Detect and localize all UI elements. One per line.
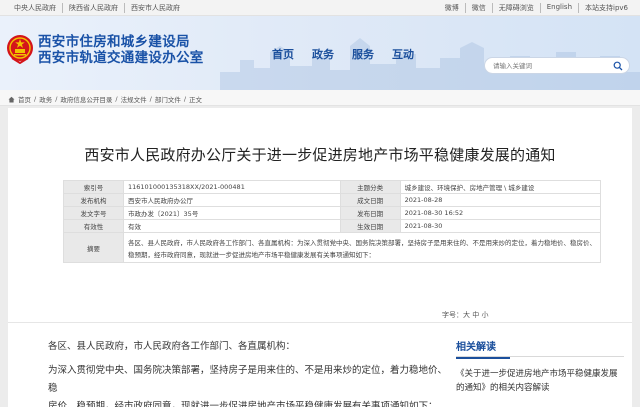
meta-value-docno: 市政办发〔2021〕35号: [123, 206, 341, 220]
crumb-current: 正文: [189, 96, 203, 104]
meta-row: 发布机构 西安市人民政府办公厅 成文日期 2021-08-28: [63, 193, 602, 207]
link-wechat[interactable]: 微信: [466, 3, 493, 13]
crumb-government[interactable]: 政务: [39, 94, 52, 104]
top-utility-bar: 中央人民政府 陕西省人民政府 西安市人民政府 微博 微信 无障碍浏览 Engli…: [0, 0, 640, 16]
home-icon: [8, 96, 15, 102]
nav-home[interactable]: 首页: [272, 46, 294, 62]
meta-value-created: 2021-08-28: [399, 193, 602, 207]
font-size-switcher[interactable]: 字号：大 中 小: [442, 310, 488, 320]
body-paragraph-line: 房价、稳预期，经市政府同意，现就进一步促进房地产市场平稳健康发展有关事项通知如下…: [48, 401, 438, 407]
crumb-dept-docs[interactable]: 部门文件: [155, 94, 181, 104]
article-card: 西安市人民政府办公厅关于进一步促进房地产市场平稳健康发展的通知 索引号 1161…: [8, 108, 632, 407]
meta-row: 有效性 有效 生效日期 2021-08-30: [63, 219, 602, 233]
search-icon[interactable]: [613, 61, 623, 71]
ipv6-note: 本站支持ipv6: [585, 4, 628, 12]
meta-label: 摘要: [63, 232, 124, 263]
content-divider: [8, 322, 632, 323]
top-gov-links: 中央人民政府 陕西省人民政府 西安市人民政府: [8, 3, 186, 13]
link-accessibility[interactable]: 无障碍浏览: [493, 3, 541, 13]
meta-row: 发文字号 市政办发〔2021〕35号 发布日期 2021-08-30 16:52: [63, 206, 602, 220]
link-central-gov[interactable]: 中央人民政府: [8, 3, 63, 13]
link-xian-gov[interactable]: 西安市人民政府: [125, 3, 186, 13]
related-interpretation-panel: 相关解读 《关于进一步促进房地产市场平稳健康发展的通知》的相关内容解读: [456, 338, 624, 407]
related-underline: [456, 356, 624, 357]
meta-label: 索引号: [63, 180, 124, 194]
search-input[interactable]: [493, 60, 613, 72]
breadcrumb: 首页 / 政务 / 政府信息公开目录 / 法规文件 / 部门文件 / 正文: [0, 90, 640, 106]
meta-value-effective: 2021-08-30: [399, 219, 602, 233]
crumb-info-catalog[interactable]: 政府信息公开目录: [60, 94, 112, 104]
top-service-links: 微博 微信 无障碍浏览 English 本站支持ipv6: [439, 3, 634, 13]
nav-interaction[interactable]: 互动: [392, 46, 414, 62]
meta-value-published: 2021-08-30 16:52: [399, 206, 602, 220]
nav-services[interactable]: 服务: [352, 46, 374, 62]
meta-row: 索引号 116101000135318XX/2021-000481 主题分类 城…: [63, 180, 602, 194]
national-emblem-icon: [7, 35, 33, 64]
site-title-line2: 西安市轨道交通建设办公室: [38, 50, 204, 66]
related-link[interactable]: 《关于进一步促进房地产市场平稳健康发展的通知》的相关内容解读: [456, 367, 624, 395]
crumb-regulations[interactable]: 法规文件: [121, 94, 147, 104]
meta-label: 发布日期: [339, 206, 401, 220]
meta-label: 有效性: [63, 219, 124, 233]
link-shaanxi-gov[interactable]: 陕西省人民政府: [63, 3, 125, 13]
meta-label: 生效日期: [339, 219, 401, 233]
meta-value-issuer: 西安市人民政府办公厅: [123, 193, 341, 207]
article-body: 各区、县人民政府，市人民政府各工作部门、各直属机构： 为深入贯彻党中央、国务院决…: [48, 338, 448, 407]
body-paragraph-line: 为深入贯彻党中央、国务院决策部署，坚持房子是用来住的、不是用来炒的定位，着力稳地…: [48, 365, 448, 394]
site-title[interactable]: 西安市住房和城乡建设局 西安市轨道交通建设办公室: [38, 34, 204, 66]
article-title: 西安市人民政府办公厅关于进一步促进房地产市场平稳健康发展的通知: [84, 146, 556, 164]
site-header: 西安市住房和城乡建设局 西安市轨道交通建设办公室 首页 政务 服务 互动: [0, 16, 640, 90]
meta-value-index: 116101000135318XX/2021-000481: [123, 180, 341, 194]
meta-value-validity: 有效: [123, 219, 341, 233]
meta-label: 主题分类: [339, 180, 401, 194]
body-greeting: 各区、县人民政府，市人民政府各工作部门、各直属机构：: [48, 341, 296, 352]
link-english[interactable]: English: [541, 3, 580, 13]
main-nav: 首页 政务 服务 互动: [272, 46, 414, 62]
crumb-home[interactable]: 首页: [18, 94, 31, 104]
meta-label: 发布机构: [63, 193, 124, 207]
meta-label: 发文字号: [63, 206, 124, 220]
meta-row-abstract: 摘要 各区、县人民政府，市人民政府各工作部门、各直属机构：为深入贯彻党中央、国务…: [63, 232, 601, 263]
search-box: [484, 57, 630, 74]
meta-label: 成文日期: [339, 193, 401, 207]
site-title-line1: 西安市住房和城乡建设局: [38, 34, 190, 50]
link-weibo[interactable]: 微博: [439, 3, 466, 13]
document-meta-table: 索引号 116101000135318XX/2021-000481 主题分类 城…: [63, 180, 602, 263]
meta-value-theme: 城乡建设、环境保护、房地产管理 \ 城乡建设: [399, 180, 602, 194]
nav-government[interactable]: 政务: [312, 46, 334, 62]
meta-value-abstract: 各区、县人民政府，市人民政府各工作部门、各直属机构：为深入贯彻党中央、国务院决策…: [123, 232, 601, 263]
